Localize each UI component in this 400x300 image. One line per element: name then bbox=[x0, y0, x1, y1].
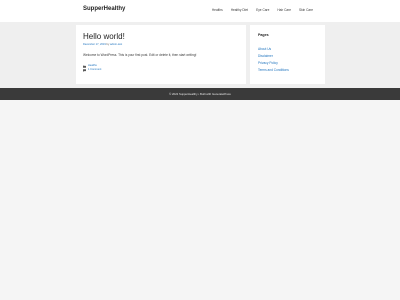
post-author[interactable]: admin-test bbox=[110, 43, 122, 46]
page-link-about-us[interactable]: About Us bbox=[258, 46, 289, 53]
nav-item-healths[interactable]: Healths bbox=[208, 8, 227, 12]
post-body: Welcome to WordPress. This is your first… bbox=[83, 53, 197, 57]
post-card: Hello world! December 17, 2019 by admin-… bbox=[76, 25, 246, 84]
post-comments-row: 1 Comment bbox=[83, 68, 101, 72]
nav-item-eye-care[interactable]: Eye Care bbox=[252, 8, 273, 12]
post-title[interactable]: Hello world! bbox=[83, 32, 125, 41]
page-background bbox=[0, 100, 400, 300]
post-footer: Healths 1 Comment bbox=[83, 64, 101, 72]
copyright-prefix: © 2022 SupperHealthy • Built with bbox=[169, 92, 212, 96]
page-link-terms-and-conditions[interactable]: Terms and Conditions bbox=[258, 67, 289, 74]
site-title[interactable]: SupperHealthy bbox=[83, 6, 125, 12]
primary-navigation: Healths Healthy Diet Eye Care Hair Care … bbox=[208, 8, 317, 12]
page-link-disclaimer[interactable]: Disclaimer bbox=[258, 53, 289, 60]
site-header: SupperHealthy Healths Healthy Diet Eye C… bbox=[0, 0, 400, 22]
nav-item-hair-care[interactable]: Hair Care bbox=[273, 8, 295, 12]
post-meta: December 17, 2019 by admin-test bbox=[83, 43, 122, 46]
generatepress-link[interactable]: GeneratePress bbox=[212, 92, 231, 96]
post-date[interactable]: December 17, 2019 bbox=[83, 43, 106, 46]
sidebar-pages-widget: Pages About Us Disclaimer Privacy Policy… bbox=[250, 25, 325, 84]
page-link-privacy-policy[interactable]: Privacy Policy bbox=[258, 60, 289, 67]
pages-list: About Us Disclaimer Privacy Policy Terms… bbox=[258, 46, 289, 74]
nav-item-skin-care[interactable]: Skin Care bbox=[295, 8, 317, 12]
folder-icon bbox=[83, 65, 86, 68]
copyright-text: © 2022 SupperHealthy • Built with Genera… bbox=[0, 92, 400, 96]
post-meta-by: by bbox=[106, 43, 110, 46]
post-comments-link[interactable]: 1 Comment bbox=[88, 68, 101, 72]
nav-item-healthy-diet[interactable]: Healthy Diet bbox=[227, 8, 252, 12]
site-footer: © 2022 SupperHealthy • Built with Genera… bbox=[0, 88, 400, 100]
widget-title: Pages bbox=[258, 33, 269, 37]
comment-icon bbox=[83, 68, 86, 72]
